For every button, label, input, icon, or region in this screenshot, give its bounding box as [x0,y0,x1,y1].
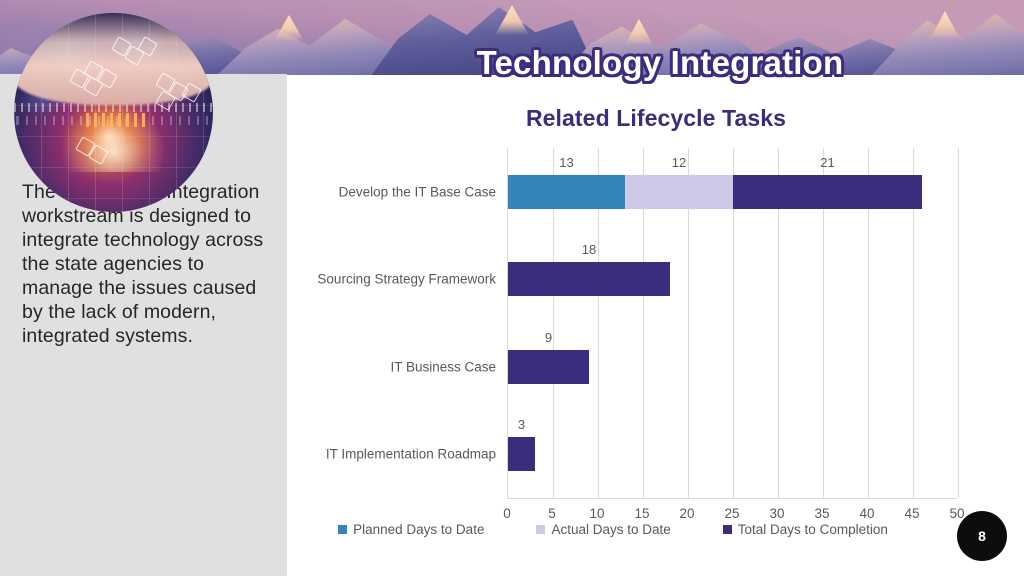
x-axis-tick-label: 20 [679,506,695,521]
page-number-badge: 8 [957,511,1007,561]
page-title: Technology Integration [476,44,844,82]
bar-track: 13 12 21 [508,155,922,209]
x-axis-tick-label: 10 [589,506,605,521]
category-label: Sourcing Strategy Framework [317,271,496,287]
legend-swatch [338,525,348,534]
x-axis-tick-label: 45 [904,506,920,521]
x-axis-tick-label: 40 [859,506,875,521]
slide: Technology Integration The Technology In… [0,0,1024,576]
bar-segment-fill [508,437,535,472]
bar-track: 9 [508,330,589,384]
legend-item[interactable]: Total Days to Completion [722,522,888,537]
gridline [958,148,959,498]
bar-segment[interactable]: 3 [508,417,535,472]
bar-value-label: 12 [671,154,687,170]
bar-segment[interactable]: 9 [508,330,589,384]
horizontal-stacked-bar-chart: Develop the IT Base Case 13 12 21 Sourcing S… [300,140,1000,560]
chart-category-row: Sourcing Strategy Framework 18 [317,236,958,324]
x-axis-line [507,498,957,499]
bar-segment-fill [508,349,589,384]
bar-segment[interactable]: 12 [625,155,733,209]
legend-item[interactable]: Planned Days to Date [338,522,484,537]
category-label: Develop the IT Base Case [338,184,496,200]
chart-title: Related Lifecycle Tasks [525,105,787,132]
bar-segment-fill [508,174,625,209]
chart-legend: Planned Days to Date Actual Days to Date T… [288,522,938,537]
legend-label: Actual Days to Date [551,522,671,537]
x-axis-tick-label: 15 [634,506,650,521]
bar-segment-fill [508,262,670,297]
legend-label: Planned Days to Date [353,522,485,537]
x-axis-tick-label: 25 [724,506,740,521]
chart-category-row: IT Business Case 9 [390,323,958,411]
x-axis-tick-label: 5 [548,506,556,521]
chart-category-row: IT Implementation Roadmap 3 [326,411,958,499]
bar-track: 18 [508,242,670,297]
legend-swatch [536,525,546,534]
bar-segment-fill [625,174,733,209]
bar-track: 3 [508,417,535,472]
plot-area: Develop the IT Base Case 13 12 21 Sourcing S… [317,148,959,499]
category-label: IT Implementation Roadmap [325,446,496,462]
bar-value-label: 9 [544,329,553,345]
bar-value-label: 21 [820,154,835,170]
x-axis-tick-label: 30 [769,506,785,521]
bar-segment[interactable]: 13 [508,155,625,209]
bar-value-label: 18 [581,242,597,258]
glow-overlay [61,104,166,173]
x-axis-tick-label: 35 [814,506,830,521]
legend-swatch [722,525,732,534]
technology-in-hands-image [14,13,213,212]
legend-item[interactable]: Actual Days to Date [536,522,671,537]
bar-value-label: 3 [517,417,526,433]
x-axis-tick-label: 0 [503,506,511,521]
bar-segment-fill [733,174,922,209]
bar-segment[interactable]: 18 [508,242,670,297]
chart-category-row: Develop the IT Base Case 13 12 21 [339,148,958,236]
bar-segment[interactable]: 21 [733,155,922,209]
bar-value-label: 13 [559,154,574,170]
category-label: IT Business Case [390,359,496,375]
legend-label: Total Days to Completion [737,522,888,537]
